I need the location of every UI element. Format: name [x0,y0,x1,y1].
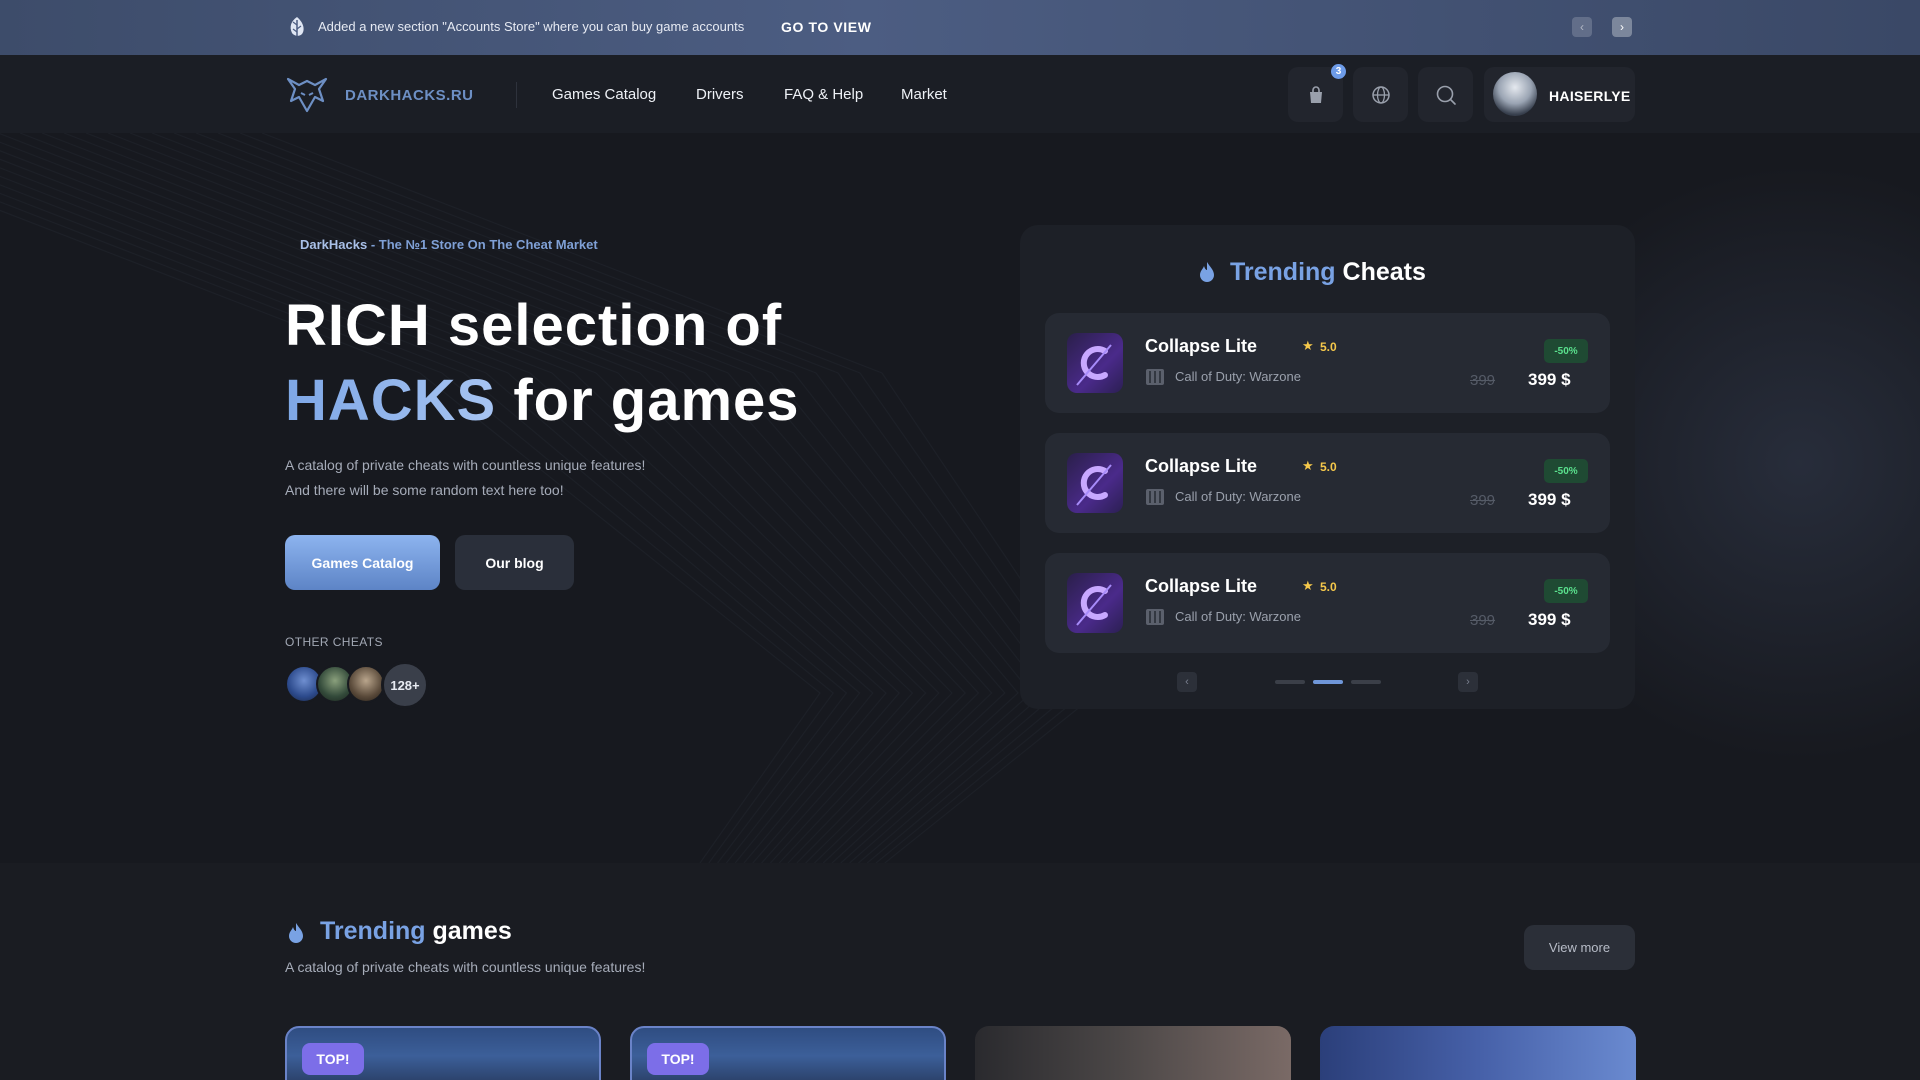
star-icon: ★ [1302,458,1314,473]
nav-faq-help[interactable]: FAQ & Help [784,86,863,103]
price: 399 $ [1528,490,1571,509]
discount-badge: -50% [1544,579,1588,603]
language-button[interactable] [1353,67,1408,122]
cheat-game: Call of Duty: Warzone [1175,369,1301,384]
discount-badge: -50% [1544,459,1588,483]
cheats-next-button[interactable]: › [1458,672,1478,692]
announcement-text: Added a new section "Accounts Store" whe… [318,19,745,34]
other-cheats-count[interactable]: 128+ [381,661,429,709]
trending-games-title: Trending games [320,917,512,945]
star-icon: ★ [1302,338,1314,353]
collapse-logo-icon [1067,573,1123,633]
chevron-left-icon: ‹ [1580,20,1584,34]
cheats-prev-button[interactable]: ‹ [1177,672,1197,692]
cheat-card[interactable] [1045,553,1610,653]
cheat-game: Call of Duty: Warzone [1175,609,1301,624]
top-badge: TOP! [647,1043,709,1075]
globe-icon [1371,85,1390,104]
cheat-name[interactable]: Collapse Lite [1145,336,1257,357]
nav-drivers[interactable]: Drivers [696,86,744,103]
game-card[interactable] [975,1026,1291,1080]
old-price: 399 [1470,612,1496,629]
collapse-logo-icon [1067,333,1123,393]
hero-description-line2: And there will be some random text here … [285,482,564,498]
pagination-dot-active[interactable] [1313,680,1343,684]
pagination-dot[interactable] [1351,680,1381,684]
hero-title-line2: HACKS for games [285,368,800,433]
leaf-icon [290,17,304,36]
announcement-prev-button[interactable]: ‹ [1572,17,1592,37]
chevron-right-icon: › [1620,20,1624,34]
old-price: 399 [1470,372,1496,389]
cheat-name[interactable]: Collapse Lite [1145,456,1257,477]
price: 399 $ [1528,610,1571,629]
flame-icon [289,923,303,943]
game-logo-icon [1146,489,1164,505]
old-price: 399 [1470,492,1496,509]
our-blog-button[interactable]: Our blog [455,535,574,590]
chevron-right-icon: › [1466,676,1470,688]
other-cheats-label: OTHER CHEATS [285,635,383,649]
game-card[interactable] [1320,1026,1636,1080]
cheat-card[interactable] [1045,433,1610,533]
other-cheat-avatar[interactable] [347,665,385,703]
flame-icon [1200,262,1214,282]
game-card[interactable]: TOP! [630,1026,946,1080]
discount-badge: -50% [1544,339,1588,363]
logo-text[interactable]: DARKHACKS.RU [345,87,474,104]
logo-icon[interactable] [285,75,329,115]
trending-games-description: A catalog of private cheats with countle… [285,959,646,975]
nav-market[interactable]: Market [901,86,947,103]
shopping-bag-icon [1309,85,1322,103]
game-card[interactable]: TOP! [285,1026,601,1080]
cheat-rating: 5.0 [1320,460,1337,474]
view-more-button[interactable]: View more [1524,925,1635,970]
star-icon: ★ [1302,578,1314,593]
cheat-rating: 5.0 [1320,340,1337,354]
games-catalog-button[interactable]: Games Catalog [285,535,440,590]
price: 399 $ [1528,370,1571,389]
nav-games-catalog[interactable]: Games Catalog [552,86,656,103]
pagination-dot[interactable] [1275,680,1305,684]
announcement-next-button[interactable]: › [1612,17,1632,37]
game-logo-icon [1146,369,1164,385]
announcement-bar: Added a new section "Accounts Store" whe… [0,0,1920,55]
go-to-view-link[interactable]: GO TO VIEW [781,19,872,35]
avatar[interactable] [1493,72,1537,116]
username[interactable]: HAISERLYE [1549,88,1631,104]
hero-title-line1: RICH selection of [285,293,783,358]
hero-description-line1: A catalog of private cheats with countle… [285,457,646,473]
cheat-card[interactable] [1045,313,1610,413]
search-button[interactable] [1418,67,1473,122]
cheat-name[interactable]: Collapse Lite [1145,576,1257,597]
top-badge: TOP! [302,1043,364,1075]
hero-tagline: DarkHacks - The №1 Store On The Cheat Ma… [300,237,598,252]
cheat-rating: 5.0 [1320,580,1337,594]
search-icon [1436,85,1456,105]
cart-count-badge: 3 [1331,64,1346,79]
chevron-left-icon: ‹ [1185,676,1189,688]
header-divider [516,82,517,108]
game-logo-icon [1146,609,1164,625]
cheat-game: Call of Duty: Warzone [1175,489,1301,504]
collapse-logo-icon [1067,453,1123,513]
trending-cheats-title: Trending Cheats [1230,258,1426,286]
